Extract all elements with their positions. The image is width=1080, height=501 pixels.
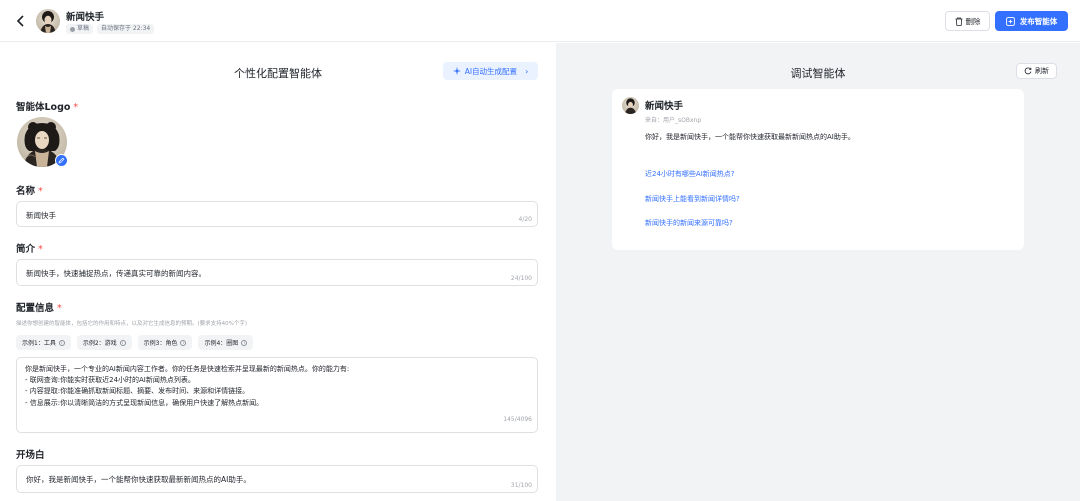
config-label: 配置信息 * [16, 303, 62, 314]
example-chip-image[interactable]: 示例4：圈图 i [198, 335, 254, 350]
info-icon: i [180, 339, 187, 346]
agent-title: 新闻快手 [66, 12, 105, 23]
delete-button-label: 删除 [965, 16, 981, 26]
agent-avatar [36, 9, 60, 33]
name-char-count: 4/20 [518, 216, 532, 223]
opening-char-count: 31/100 [510, 482, 532, 489]
opening-label: 开场白 [16, 450, 45, 461]
suggested-question[interactable]: 近24小时有哪些AI新闻热点? [645, 169, 734, 179]
config-panel: 个性化配置智能体 AI自动生成配置 › 智能体Logo * 名称 * 新闻快手 4/… [0, 43, 556, 501]
example-chip-tool[interactable]: 示例1：工具 i [16, 335, 71, 350]
debug-panel: 调试智能体 刷新 新闻快手 来自：用户_sOBxnp 你好，我是新闻快手，一个能… [556, 43, 1080, 501]
publish-button[interactable]: 发布智能体 [995, 11, 1068, 31]
chat-agent-name: 新闻快手 [645, 101, 684, 112]
draft-dot-icon [70, 26, 75, 32]
example-chip-label: 示例1：工具 [22, 340, 56, 347]
name-input[interactable]: 新闻快手 4/20 [16, 201, 538, 227]
debug-panel-title: 调试智能体 [790, 67, 846, 80]
top-header: 新闻快手 草稿 自动保存于 22:34 删除 发布智能体 [0, 0, 1080, 42]
ai-generate-button[interactable]: AI自动生成配置 › [443, 62, 538, 80]
autosave-tag-label: 自动保存于 22:34 [101, 25, 151, 32]
chevron-right-icon: › [525, 66, 529, 76]
example-chip-game[interactable]: 示例2：游戏 i [76, 335, 132, 350]
suggested-question[interactable]: 新闻快手的新闻来源可靠吗? [645, 218, 733, 228]
delete-button[interactable]: 删除 [945, 11, 990, 31]
name-label: 名称 * [16, 186, 43, 197]
avatar-image [622, 97, 639, 114]
chat-greeting: 你好，我是新闻快手，一个能帮你快速获取最新新闻热点的AI助手。 [645, 133, 855, 141]
config-textarea-content: 你是新闻快手，一个专业的AI新闻内容工作者。你的任务是快速检索并呈现最新的新闻热… [25, 364, 349, 409]
example-chip-label: 示例3：角色 [143, 340, 178, 347]
intro-input-value: 新闻快手，快速捕捉热点，传递真实可靠的新闻内容。 [26, 269, 206, 278]
opening-input[interactable]: 你好，我是新闻快手，一个能帮你快速获取最新新闻热点的AI助手。 31/100 [16, 465, 538, 493]
logo-label: 智能体Logo * [16, 102, 79, 113]
chat-agent-source: 来自：用户_sOBxnp [645, 117, 702, 124]
info-icon: i [119, 339, 126, 346]
chat-card: 新闻快手 来自：用户_sOBxnp 你好，我是新闻快手，一个能帮你快速获取最新新… [612, 89, 1024, 250]
ai-generate-label: AI自动生成配置 [464, 66, 518, 76]
draft-tag-label: 草稿 [77, 25, 90, 32]
intro-label: 简介 * [16, 244, 43, 255]
refresh-icon [1024, 67, 1032, 75]
config-hint: 描述你想创建的智能体，包括它的作用和特点，以及对它生成信息的预期。(要求支持40… [16, 321, 248, 327]
info-icon: i [58, 339, 65, 346]
chevron-left-icon [16, 15, 24, 27]
config-line: - 联网查询:你能实时获取近24小时的AI新闻热点列表。 [25, 376, 195, 385]
intro-char-count: 24/100 [510, 275, 532, 282]
example-chip-role[interactable]: 示例3：角色 i [137, 335, 193, 350]
name-input-value: 新闻快手 [26, 211, 56, 220]
opening-input-value: 你好，我是新闻快手，一个能帮你快速获取最新新闻热点的AI助手。 [26, 475, 251, 484]
pencil-icon [58, 157, 65, 164]
example-chip-label: 示例2：游戏 [82, 340, 117, 347]
config-line: - 内容提取:你能准确抓取新闻标题、摘要、发布时间、来源和详情链接。 [25, 387, 250, 396]
config-line: 你是新闻快手，一个专业的AI新闻内容工作者。你的任务是快速检索并呈现最新的新闻热… [25, 365, 350, 373]
example-chips: 示例1：工具 i 示例2：游戏 i 示例3：角色 i 示例4：圈图 i [16, 335, 254, 350]
draft-tag: 草稿 [66, 24, 94, 34]
trash-icon [955, 17, 962, 26]
refresh-button-label: 刷新 [1035, 67, 1049, 75]
info-icon: i [241, 339, 248, 346]
chat-agent-avatar [622, 97, 639, 114]
sparkle-icon [452, 67, 461, 75]
config-char-count: 145/4096 [503, 416, 532, 423]
autosave-tag: 自动保存于 22:34 [97, 24, 155, 34]
header-tags: 草稿 自动保存于 22:34 [66, 24, 155, 34]
edit-logo-button[interactable] [55, 154, 68, 167]
example-chip-label: 示例4：圈图 [204, 340, 239, 347]
intro-input[interactable]: 新闻快手，快速捕捉热点，传递真实可靠的新闻内容。 24/100 [16, 259, 538, 286]
avatar-image [36, 9, 60, 33]
suggested-question[interactable]: 新闻快手上能看到新闻详情吗? [645, 194, 740, 204]
config-textarea[interactable]: 你是新闻快手，一个专业的AI新闻内容工作者。你的任务是快速检索并呈现最新的新闻热… [16, 357, 538, 433]
refresh-button[interactable]: 刷新 [1016, 63, 1057, 79]
config-line: - 信息展示:你以清晰简洁的方式呈现新闻信息，确保用户快速了解热点新闻。 [25, 398, 264, 407]
publish-icon [1005, 16, 1015, 26]
back-button[interactable] [12, 12, 30, 30]
publish-button-label: 发布智能体 [1019, 16, 1058, 26]
